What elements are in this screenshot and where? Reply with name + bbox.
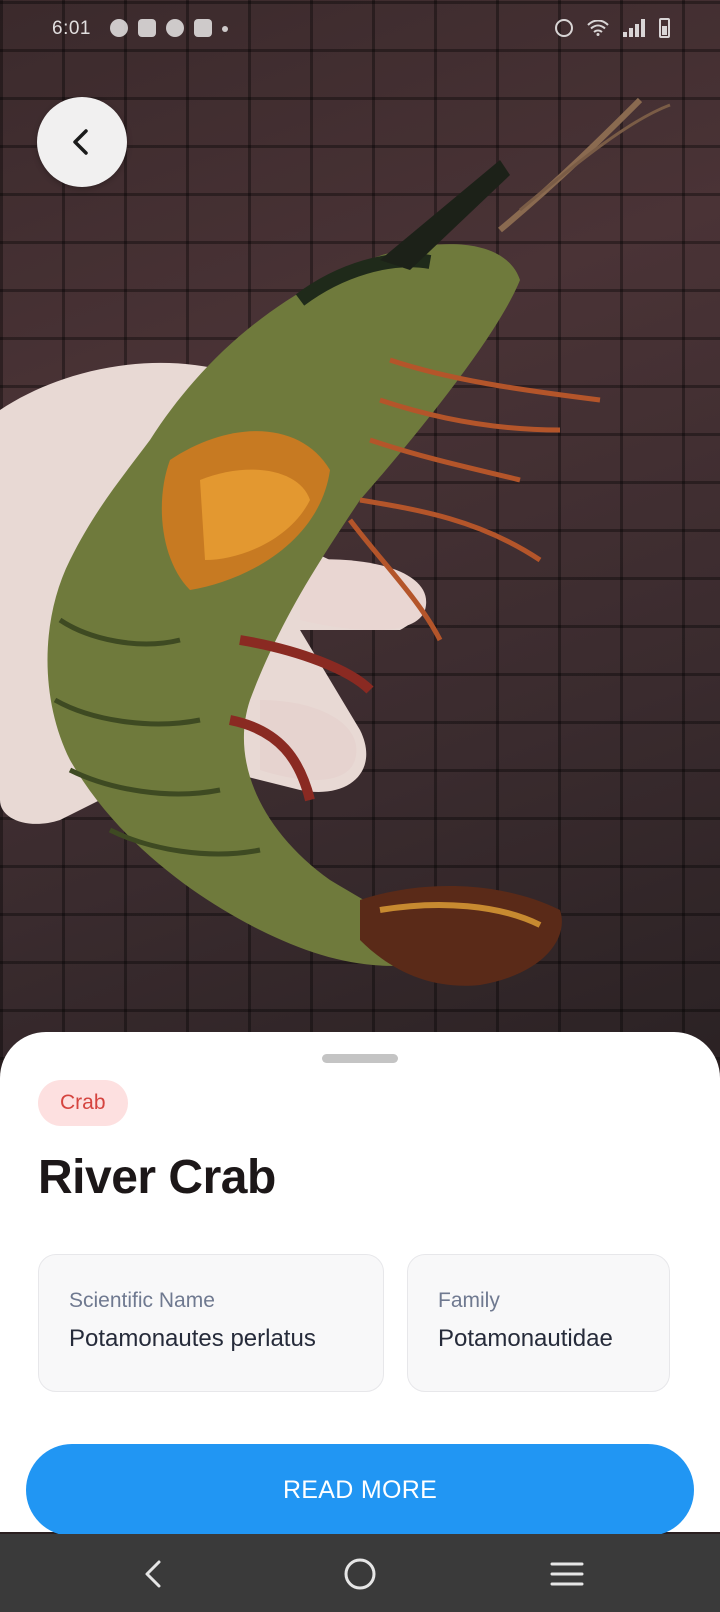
signal-icon: [623, 19, 645, 37]
detail-sheet: Crab River Crab Scientific Name Potamona…: [0, 1032, 720, 1536]
nav-recents-button[interactable]: [545, 1552, 589, 1596]
status-time: 6:01: [52, 18, 91, 39]
messenger-icon: [110, 19, 128, 37]
family-card: Family Potamonautidae: [407, 1254, 670, 1392]
wifi-icon: [587, 20, 609, 36]
back-button[interactable]: [37, 97, 127, 187]
scientific-name-card: Scientific Name Potamonautes perlatus: [38, 1254, 384, 1392]
status-bar: 6:01: [0, 0, 720, 58]
family-label: Family: [438, 1289, 500, 1312]
facebook-icon: [138, 19, 156, 37]
navigation-bar: [0, 1534, 720, 1612]
circle-app-icon: [166, 19, 184, 37]
sheet-drag-handle[interactable]: [322, 1054, 398, 1063]
facebook-icon-2: [194, 19, 212, 37]
notification-icons: [110, 19, 228, 37]
scientific-name-label: Scientific Name: [69, 1289, 215, 1312]
alarm-icon: [555, 19, 573, 37]
nav-back-button[interactable]: [131, 1552, 175, 1596]
nav-home-button[interactable]: [338, 1552, 382, 1596]
read-more-button[interactable]: READ MORE: [26, 1444, 694, 1536]
category-tag: Crab: [38, 1080, 128, 1126]
family-value: Potamonautidae: [438, 1325, 613, 1352]
chevron-left-icon: [73, 129, 88, 155]
system-status-icons: [555, 18, 670, 38]
animal-name-title: River Crab: [38, 1151, 276, 1204]
scientific-name-value: Potamonautes perlatus: [69, 1325, 316, 1352]
nav-back-icon: [145, 1560, 161, 1588]
more-notifications-dot-icon: [222, 26, 228, 32]
nav-home-icon: [344, 1558, 376, 1590]
battery-icon: [659, 18, 670, 38]
nav-recents-icon: [550, 1562, 584, 1586]
